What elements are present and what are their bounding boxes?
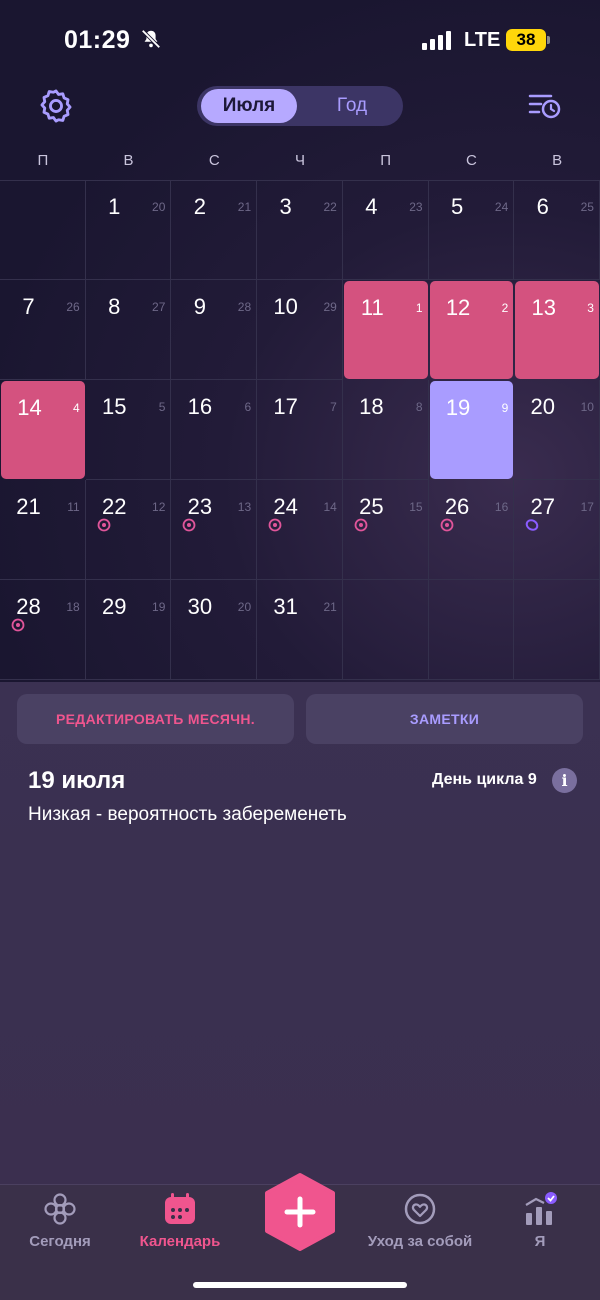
day-number: 24 [273,494,298,519]
day-number: 29 [101,594,127,619]
home-indicator [193,1282,407,1288]
nav-selfcare-label: Уход за собой [367,1233,473,1250]
weekday-label: В [552,152,563,169]
calendar-grid: 1 20 2 21 3 22 4 23 5 24 6 25 7 26 8 27 9 28 10 29 11 1 12 2 13 3… [0,180,600,681]
day-number: 20 [530,394,556,419]
calendar-day-cell[interactable]: 27 17 [514,480,600,580]
cycle-day-number: 10 [580,400,594,414]
selected-date: 19 июля [28,767,126,794]
day-number: 3 [279,194,292,219]
day-number: 5 [450,194,464,219]
tab-year[interactable]: Год [307,89,397,123]
view-switcher: Июля Год [197,86,403,126]
day-number: 1 [108,194,121,219]
cycle-day-number: 3 [587,301,594,315]
fertile-marker-icon [11,618,25,632]
fertile-marker-icon [97,518,111,532]
calendar-day-cell[interactable]: 20 10 [514,380,600,480]
pregnancy-probability: Низкая - вероятность забеременеть [28,804,347,825]
day-number: 7 [22,294,35,319]
cycle-history-icon[interactable] [527,90,563,122]
weekday-label: С [465,152,477,169]
empty-day-cell [428,580,515,680]
weekday-label: П [37,152,49,169]
day-number: 25 [359,494,384,519]
nav-calendar-label: Календарь [139,1233,221,1250]
stats-icon [525,1192,557,1225]
day-number: 26 [444,494,470,519]
settings-gear-icon[interactable] [37,87,75,125]
edit-period-button[interactable]: РЕДАКТИРОВАТЬ МЕСЯЧН. [17,694,294,744]
day-number: 12 [445,295,471,320]
info-icon[interactable]: i [552,768,577,793]
day-number: 30 [187,594,213,619]
calendar-icon [165,1193,195,1224]
day-number: 4 [365,194,378,219]
status-bar: 01:29 LTE 38 [0,0,600,80]
day-number: 15 [101,394,127,419]
empty-day-cell [342,580,429,680]
nav-me-label: Я [534,1233,546,1250]
status-time: 01:29 [64,26,131,54]
calendar-day-cell[interactable]: 31 21 [257,580,343,680]
nav-today[interactable]: Сегодня [0,1185,120,1265]
signal-icon [422,31,451,50]
day-number: 14 [17,395,42,420]
day-number: 9 [193,294,207,319]
day-number: 10 [273,294,298,319]
day-number: 18 [359,394,384,419]
calendar-day-cell[interactable]: 6 25 [514,180,600,280]
add-entry-button[interactable] [262,1172,338,1252]
day-number: 28 [16,594,41,619]
flower-icon [44,1193,76,1225]
day-number: 19 [445,395,471,420]
fertile-marker-icon [268,518,282,532]
cycle-day-number: 25 [580,200,594,214]
cycle-day-number: 17 [580,500,594,514]
details-background [0,682,600,1184]
notes-button[interactable]: ЗАМЕТКИ [306,694,583,744]
nav-selfcare[interactable]: Уход за собой [360,1185,480,1265]
day-number: 21 [16,494,41,519]
weekday-label: С [208,152,220,169]
calendar-day-cell[interactable]: 13 3 [515,281,599,379]
network-type: LTE [464,29,501,51]
day-number: 17 [273,394,298,419]
heart-circle-icon [404,1193,436,1225]
day-number: 23 [187,494,213,519]
tab-month[interactable]: Июля [201,89,297,123]
cycle-day-number: 21 [323,600,337,614]
empty-day-cell [514,580,600,680]
weekday-label: В [123,152,134,169]
bell-muted-icon [141,29,161,49]
nav-calendar[interactable]: Календарь [120,1185,240,1265]
day-number: 27 [530,494,556,519]
fertile-marker-icon [440,518,453,532]
weekday-label: Ч [294,152,305,169]
nav-today-label: Сегодня [29,1233,91,1250]
cycle-day-label: День цикла 9 [432,771,537,788]
battery-level: 38 [506,29,546,51]
day-number: 11 [360,295,384,320]
day-number: 8 [108,294,121,319]
nav-me[interactable]: Я [480,1185,600,1265]
day-number: 16 [187,394,213,419]
weekday-label: П [380,152,392,169]
day-number: 22 [101,494,127,519]
fertile-marker-icon [354,518,368,532]
day-number: 2 [193,194,207,219]
day-number: 31 [273,594,298,619]
ovulation-marker-icon [526,519,539,531]
day-number: 6 [536,194,549,219]
battery-tip [547,36,550,44]
day-number: 13 [531,295,557,320]
fertile-marker-icon [183,518,196,532]
